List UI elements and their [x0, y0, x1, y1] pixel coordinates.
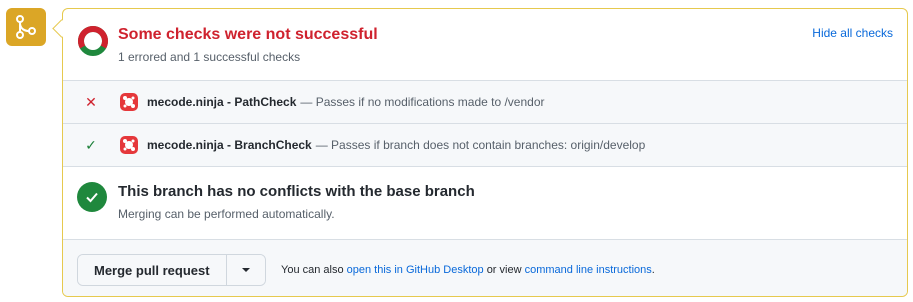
- merge-hint: You can also open this in GitHub Desktop…: [281, 264, 655, 276]
- check-name: mecode.ninja - PathCheck: [147, 95, 297, 109]
- command-line-instructions-link[interactable]: command line instructions: [525, 264, 652, 276]
- merge-button-group: Merge pull request: [77, 254, 266, 286]
- hint-suffix: .: [651, 264, 655, 276]
- conflicts-section: This branch has no conflicts with the ba…: [63, 167, 907, 240]
- mecode-ninja-logo-icon: [120, 93, 138, 111]
- checks-subtitle: 1 errored and 1 successful checks: [118, 50, 301, 64]
- merge-pull-request-button[interactable]: Merge pull request: [78, 255, 226, 285]
- hint-middle: or view: [486, 264, 522, 276]
- checks-header: Some checks were not successful 1 errore…: [63, 9, 907, 81]
- check-row-pathcheck[interactable]: ✕ mecode.ninja - PathCheck — Passes if n…: [63, 81, 907, 124]
- conflicts-subtitle: Merging can be performed automatically.: [118, 207, 335, 221]
- check-name: mecode.ninja - BranchCheck: [147, 138, 312, 152]
- checks-title: Some checks were not successful: [118, 26, 378, 43]
- git-merge-icon: [6, 8, 46, 46]
- check-row-branchcheck[interactable]: ✓ mecode.ninja - BranchCheck — Passes if…: [63, 124, 907, 167]
- hide-all-checks-link[interactable]: Hide all checks: [812, 26, 893, 40]
- merge-section: Merge pull request You can also open thi…: [63, 240, 907, 296]
- no-conflicts-check-icon: [77, 182, 107, 212]
- merge-status-panel: Some checks were not successful 1 errore…: [62, 8, 908, 297]
- merge-method-dropdown-button[interactable]: [225, 255, 265, 285]
- check-description: — Passes if branch does not contain bran…: [315, 138, 646, 152]
- success-check-icon: ✓: [85, 136, 97, 153]
- check-description: — Passes if no modifications made to /ve…: [300, 95, 545, 109]
- error-x-icon: ✕: [85, 93, 97, 110]
- checks-status-ring-icon: [78, 26, 108, 56]
- triangle-down-icon: [241, 268, 250, 272]
- conflicts-title: This branch has no conflicts with the ba…: [118, 183, 475, 200]
- mecode-ninja-logo-icon: [120, 136, 138, 154]
- open-in-desktop-link[interactable]: open this in GitHub Desktop: [347, 264, 484, 276]
- hint-prefix: You can also: [281, 264, 344, 276]
